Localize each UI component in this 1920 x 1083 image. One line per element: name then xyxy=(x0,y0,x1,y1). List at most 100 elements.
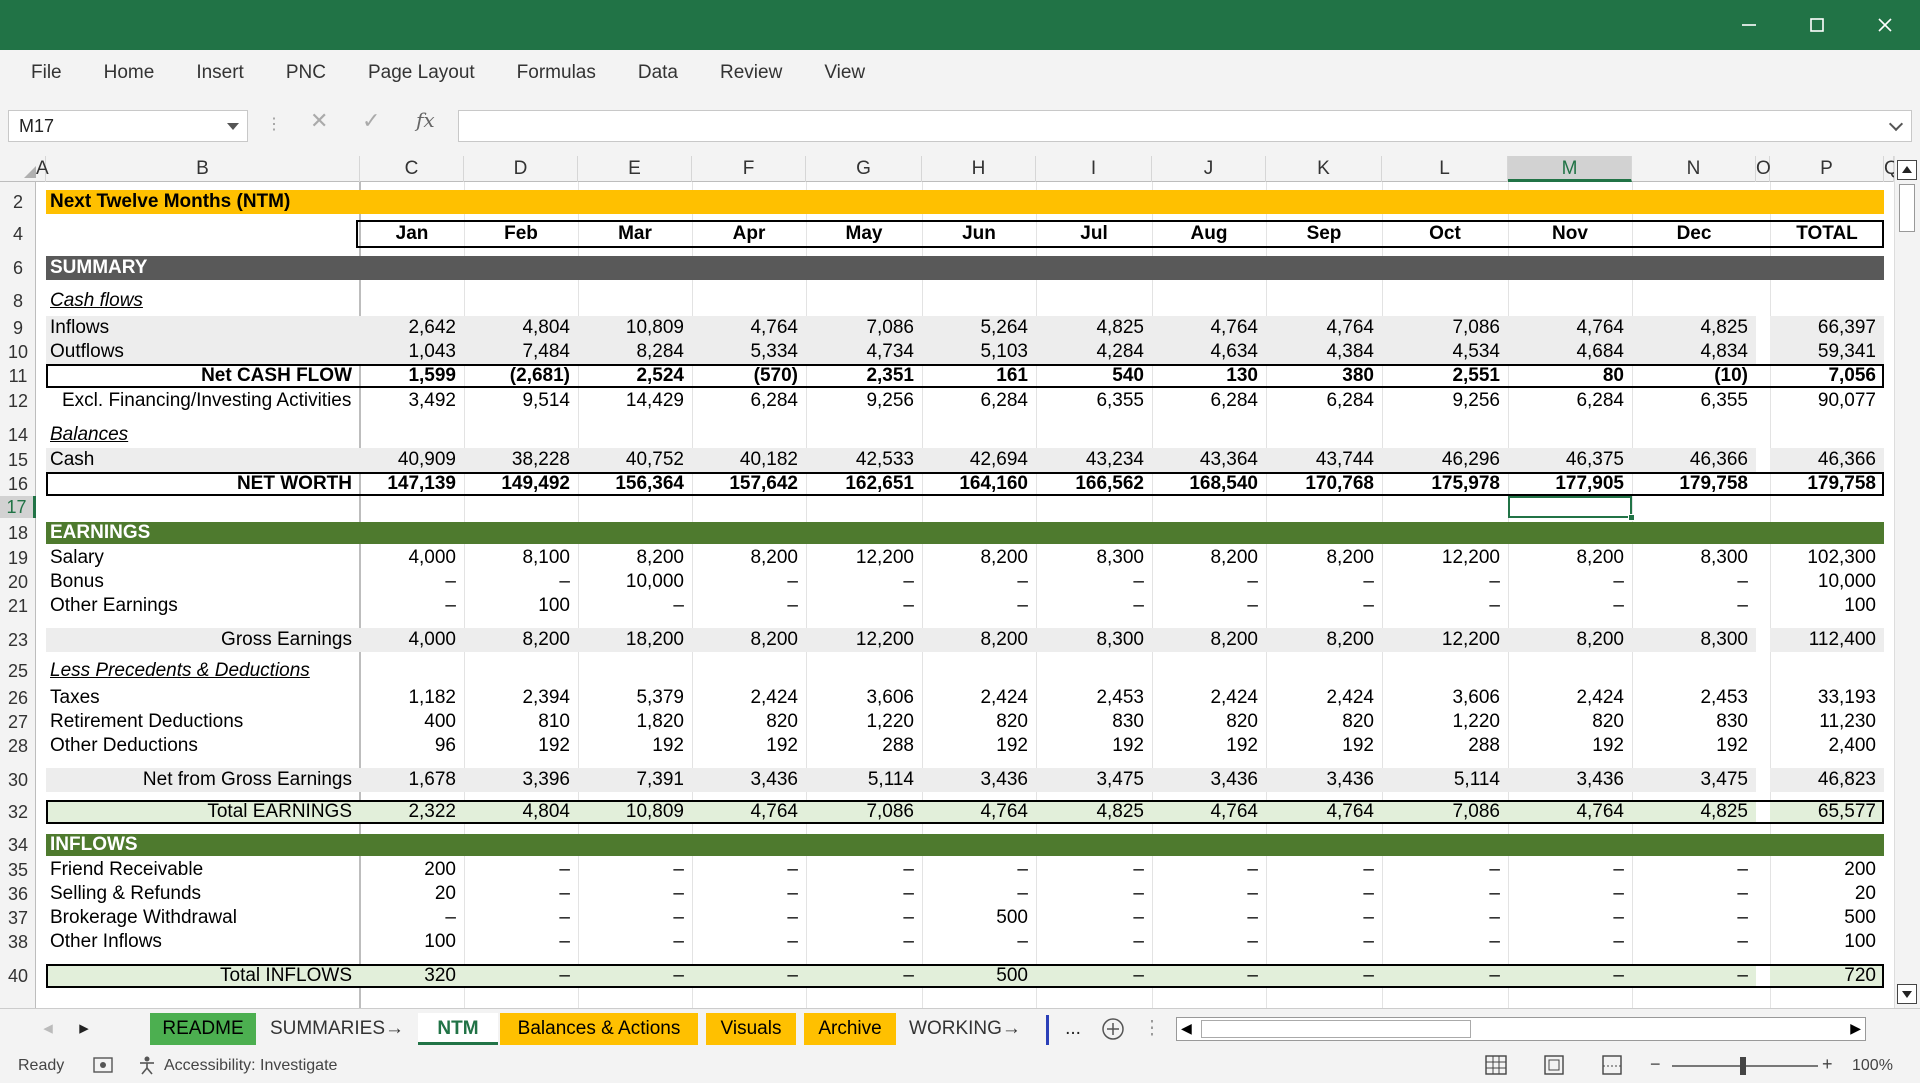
cell-value[interactable]: 820 xyxy=(922,710,1036,734)
cell-value[interactable]: – xyxy=(922,882,1036,906)
cell-value[interactable]: 830 xyxy=(1632,710,1756,734)
name-box[interactable]: M17 xyxy=(8,110,248,142)
cell-value[interactable]: 8,200 xyxy=(578,546,692,570)
cell-value[interactable]: 7,086 xyxy=(1382,800,1508,824)
cell-value[interactable]: – xyxy=(1508,906,1632,930)
cell-value[interactable]: 2,424 xyxy=(692,686,806,710)
cell-value[interactable]: 3,436 xyxy=(1508,768,1632,792)
cell-value[interactable]: – xyxy=(1152,906,1266,930)
cell-value[interactable]: – xyxy=(692,882,806,906)
cell-value[interactable]: 10,000 xyxy=(578,570,692,594)
row-header-20[interactable]: 20 xyxy=(0,570,36,594)
formula-input[interactable] xyxy=(458,110,1912,142)
cell-value[interactable]: – xyxy=(1508,594,1632,618)
cell-value[interactable]: 192 xyxy=(578,734,692,758)
cell-total[interactable]: 179,758 xyxy=(1770,472,1884,496)
cell-value[interactable]: 46,296 xyxy=(1382,448,1508,472)
cell-value[interactable]: – xyxy=(1632,906,1756,930)
cell-value[interactable]: – xyxy=(464,882,578,906)
cell-value[interactable]: 2,424 xyxy=(922,686,1036,710)
cell-value[interactable]: 8,284 xyxy=(578,340,692,364)
cell-total[interactable]: 10,000 xyxy=(1770,570,1884,594)
cell-value[interactable]: – xyxy=(1266,964,1382,988)
cell-value[interactable]: 192 xyxy=(1036,734,1152,758)
cell-value[interactable]: – xyxy=(578,882,692,906)
cell-value[interactable]: 12,200 xyxy=(806,546,922,570)
cell-value[interactable]: 5,114 xyxy=(806,768,922,792)
cell-value[interactable]: 4,764 xyxy=(1508,800,1632,824)
row-header-9[interactable]: 9 xyxy=(0,316,36,340)
cell-value[interactable]: – xyxy=(1036,930,1152,954)
cell-value[interactable]: 175,978 xyxy=(1382,472,1508,496)
horizontal-scroll-thumb[interactable] xyxy=(1201,1020,1471,1038)
row-header-26[interactable]: 26 xyxy=(0,686,36,710)
vertical-scrollbar[interactable] xyxy=(1894,156,1920,1008)
cell-value[interactable]: 147,139 xyxy=(360,472,464,496)
cell-value[interactable]: 3,436 xyxy=(922,768,1036,792)
cell-value[interactable]: – xyxy=(1266,570,1382,594)
cell-value[interactable]: 3,436 xyxy=(1152,768,1266,792)
cell-value[interactable]: – xyxy=(806,594,922,618)
cell-value[interactable]: 43,234 xyxy=(1036,448,1152,472)
cell-value[interactable]: 9,256 xyxy=(806,388,922,414)
cell-value[interactable]: 400 xyxy=(360,710,464,734)
cell-value[interactable]: – xyxy=(578,930,692,954)
menu-insert[interactable]: Insert xyxy=(175,50,265,96)
cell-value[interactable]: (10) xyxy=(1632,364,1756,388)
menu-data[interactable]: Data xyxy=(617,50,699,96)
cell-value[interactable]: 4,825 xyxy=(1632,316,1756,340)
cell-total[interactable]: 11,230 xyxy=(1770,710,1884,734)
cell-value[interactable]: 38,228 xyxy=(464,448,578,472)
cell-value[interactable]: – xyxy=(1382,930,1508,954)
cancel-icon[interactable]: ✕ xyxy=(310,108,328,134)
cell-value[interactable]: – xyxy=(464,930,578,954)
row-header-34[interactable]: 34 xyxy=(0,834,36,856)
cell-total[interactable]: 7,056 xyxy=(1770,364,1884,388)
cell-value[interactable]: 820 xyxy=(1508,710,1632,734)
cell-value[interactable]: – xyxy=(1382,594,1508,618)
cell-value[interactable]: 6,284 xyxy=(922,388,1036,414)
horizontal-scrollbar[interactable]: ◀ ▶ xyxy=(1176,1017,1866,1041)
cell-value[interactable]: 1,678 xyxy=(360,768,464,792)
column-header-a[interactable]: A xyxy=(36,156,49,182)
cell-value[interactable]: 40,182 xyxy=(692,448,806,472)
chevron-down-icon[interactable] xyxy=(227,123,239,130)
cell-value[interactable]: – xyxy=(1036,964,1152,988)
cell-value[interactable]: 4,764 xyxy=(922,800,1036,824)
cell-value[interactable]: 2,351 xyxy=(806,364,922,388)
tab-balances-actions[interactable]: Balances & Actions xyxy=(500,1013,698,1045)
cell-value[interactable]: 4,284 xyxy=(1036,340,1152,364)
cell-value[interactable]: – xyxy=(1632,930,1756,954)
row-header-12[interactable]: 12 xyxy=(0,388,36,414)
row-header-25[interactable]: 25 xyxy=(0,660,36,682)
cell-value[interactable]: – xyxy=(360,906,464,930)
expand-formula-icon[interactable] xyxy=(1888,116,1904,132)
cell-value[interactable]: – xyxy=(578,964,692,988)
cell-value[interactable]: 4,764 xyxy=(1266,800,1382,824)
cell-value[interactable]: 6,355 xyxy=(1036,388,1152,414)
cell-total[interactable]: 33,193 xyxy=(1770,686,1884,710)
cell-value[interactable]: 4,764 xyxy=(692,800,806,824)
cell-value[interactable]: 192 xyxy=(692,734,806,758)
row-header-37[interactable]: 37 xyxy=(0,906,36,930)
cell-value[interactable]: 4,000 xyxy=(360,628,464,652)
normal-view-icon[interactable] xyxy=(1484,1054,1508,1081)
row-header-10[interactable]: 10 xyxy=(0,340,36,364)
cell-value[interactable]: 192 xyxy=(1152,734,1266,758)
cell-value[interactable]: 1,182 xyxy=(360,686,464,710)
cell-value[interactable]: 46,366 xyxy=(1632,448,1756,472)
cell-value[interactable]: 2,524 xyxy=(578,364,692,388)
cell-total[interactable]: 100 xyxy=(1770,930,1884,954)
more-tabs-button[interactable]: ... xyxy=(1058,1013,1088,1045)
cell-value[interactable]: – xyxy=(692,594,806,618)
cell-value[interactable]: (570) xyxy=(692,364,806,388)
zoom-slider-thumb[interactable] xyxy=(1740,1057,1746,1075)
cell-value[interactable]: 5,264 xyxy=(922,316,1036,340)
cell-value[interactable]: 200 xyxy=(360,858,464,882)
menu-home[interactable]: Home xyxy=(83,50,176,96)
cell-value[interactable]: – xyxy=(1152,930,1266,954)
cell-value[interactable]: 100 xyxy=(360,930,464,954)
scroll-thumb[interactable] xyxy=(1899,184,1915,232)
column-header-m[interactable]: M xyxy=(1508,156,1632,182)
cell-value[interactable]: – xyxy=(1382,906,1508,930)
